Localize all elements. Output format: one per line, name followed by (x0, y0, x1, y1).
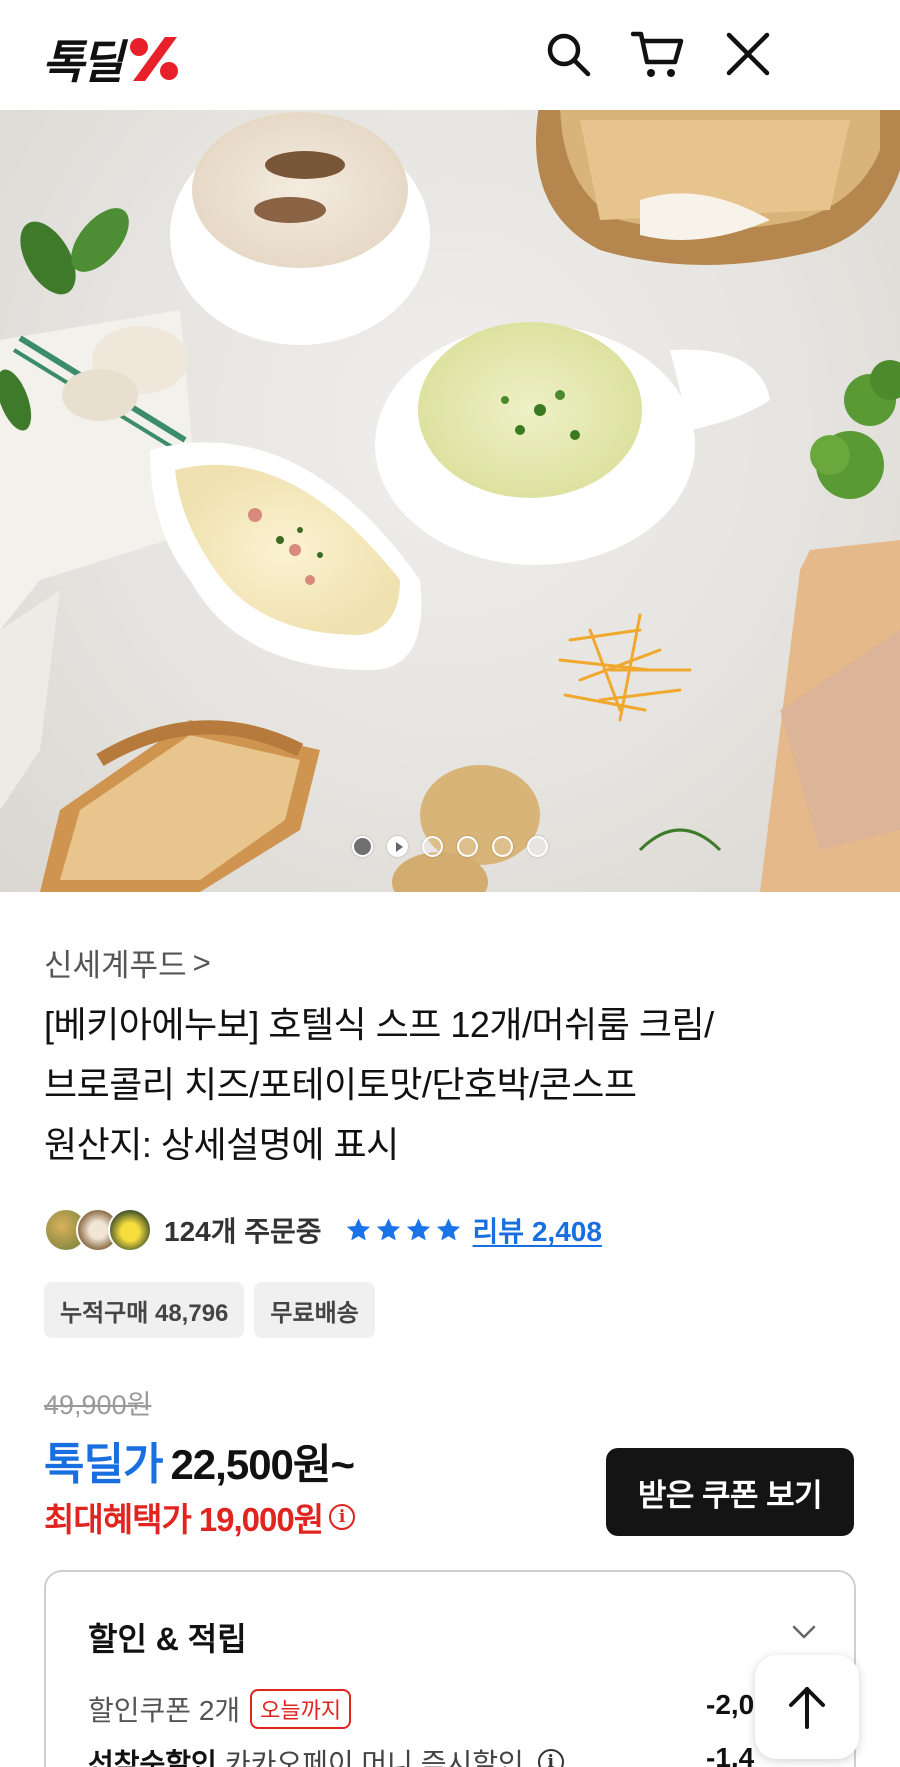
star-icon (346, 1218, 370, 1241)
star-icon (376, 1218, 400, 1241)
deal-price: 22,500원~ (170, 1441, 355, 1488)
today-only-badge: 오늘까지 (250, 1689, 352, 1729)
discount-benefits-panel[interactable]: 할인 & 적립 할인쿠폰 2개 오늘까지 -2,0 선착순할인 카카오페이 머니… (44, 1570, 856, 1767)
avatar (108, 1208, 152, 1252)
app-header: 톡딜 (0, 0, 900, 110)
social-proof-row: 124개 주문중 리뷰 2,408 (44, 1205, 602, 1255)
rating-stars (344, 1216, 463, 1244)
kakaopay-discount-label: 카카오페이 머니 즉시할인 (224, 1748, 524, 1767)
info-icon[interactable]: i (537, 1749, 564, 1767)
chevron-down-icon[interactable] (790, 1618, 818, 1646)
orders-count: 124개 주문중 (164, 1216, 322, 1247)
view-coupons-button[interactable]: 받은 쿠폰 보기 (606, 1448, 854, 1536)
product-title-line: 브로콜리 치즈/포테이토맛/단호박/콘스프 (44, 1064, 637, 1105)
max-benefit-price: 19,000원 (198, 1501, 324, 1538)
product-title: [베키아에누보] 호텔식 스프 12개/머쉬룸 크림/ 브로콜리 치즈/포테이토… (44, 995, 864, 1175)
deal-price-label: 톡딜가 (44, 1440, 163, 1489)
search-icon[interactable] (540, 26, 596, 82)
logo-percent-icon (129, 37, 178, 81)
cart-icon[interactable] (630, 26, 686, 82)
first-come-discount-label: 선착순할인 (88, 1748, 217, 1767)
buyer-avatars (44, 1208, 152, 1252)
carousel-dot[interactable] (352, 836, 373, 857)
original-price: 49,900원 (44, 1390, 152, 1420)
carousel-indicator (352, 836, 548, 857)
close-icon[interactable] (720, 26, 776, 82)
product-photo-illustration (0, 110, 900, 892)
max-benefit-line: 최대혜택가 19,000원 i (44, 1493, 356, 1541)
product-image[interactable] (0, 110, 900, 892)
coupon-discount-label: 할인쿠폰 2개 (88, 1695, 241, 1726)
star-icon (436, 1218, 460, 1241)
carousel-dot[interactable] (492, 836, 513, 857)
logo-text: 톡딜 (42, 35, 124, 89)
carousel-dot[interactable] (527, 836, 548, 857)
max-benefit-label: 최대혜택가 (44, 1501, 192, 1538)
coupon-discount-row: 할인쿠폰 2개 오늘까지 (88, 1689, 352, 1729)
brand-link[interactable]: 신세계푸드 > (44, 940, 211, 985)
benefits-title: 할인 & 적립 (88, 1621, 247, 1657)
chevron-right-icon: > (192, 944, 211, 980)
info-icon[interactable]: i (329, 1504, 356, 1530)
first-come-discount-row: 선착순할인 카카오페이 머니 즉시할인 i (88, 1742, 564, 1767)
carousel-play-icon[interactable] (387, 836, 408, 857)
tag-free-shipping: 무료배송 (254, 1282, 375, 1338)
first-come-discount-amount: -1,4 (706, 1742, 755, 1767)
arrow-up-icon (789, 1687, 825, 1729)
scroll-top-button[interactable] (755, 1655, 859, 1759)
review-link[interactable]: 리뷰 2,408 (473, 1210, 602, 1250)
product-title-line: [베키아에누보] 호텔식 스프 12개/머쉬룸 크림/ (44, 1004, 714, 1045)
coupon-discount-amount: -2,0 (706, 1689, 755, 1720)
star-icon (406, 1218, 430, 1241)
brand-name: 신세계푸드 (44, 948, 187, 983)
product-origin: 원산지: 상세설명에 표시 (44, 1124, 399, 1165)
carousel-dot[interactable] (422, 836, 443, 857)
logo[interactable]: 톡딜 (42, 26, 183, 92)
product-tags: 누적구매 48,796 무료배송 (44, 1282, 375, 1338)
deal-price-line: 톡딜가 22,500원~ (44, 1428, 355, 1492)
carousel-dot[interactable] (457, 836, 478, 857)
tag-cumulative-purchases: 누적구매 48,796 (44, 1282, 245, 1338)
